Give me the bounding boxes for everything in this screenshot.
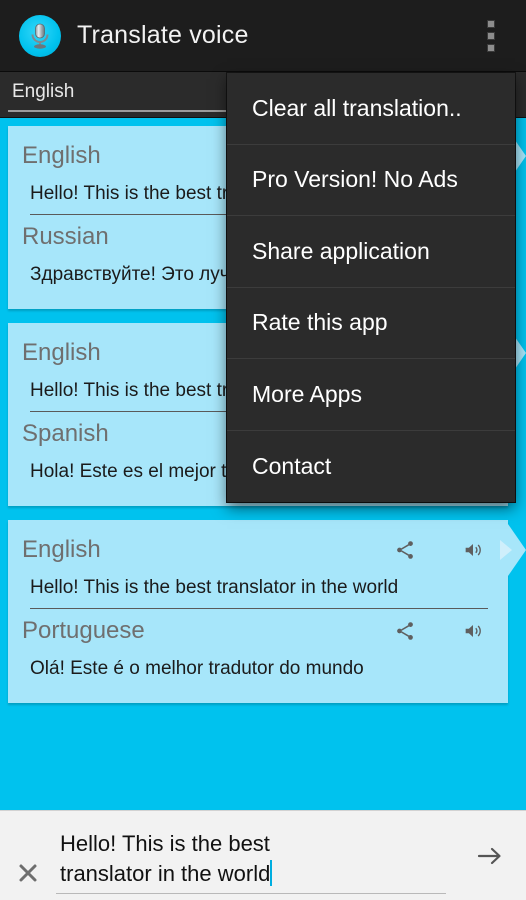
input-value-line2: translator in the world <box>60 860 271 886</box>
target-row-actions <box>392 618 494 644</box>
overflow-dot <box>487 32 495 40</box>
overflow-menu-icon[interactable] <box>470 0 512 72</box>
share-icon[interactable] <box>392 618 418 644</box>
source-language-spinner[interactable]: English <box>8 78 253 112</box>
target-text: Olá! Este é o melhor tradutor do mundo <box>30 658 364 679</box>
list-item[interactable]: English Hello! This is the best translat… <box>0 520 526 703</box>
chevron-right-icon <box>500 524 526 576</box>
arrow-right-icon[interactable] <box>454 811 526 900</box>
menu-item-pro-version[interactable]: Pro Version! No Ads <box>227 145 515 216</box>
overflow-dot <box>487 20 495 28</box>
menu-item-share-application[interactable]: Share application <box>227 216 515 288</box>
speaker-icon[interactable] <box>460 618 486 644</box>
menu-item-clear-all[interactable]: Clear all translation.. <box>227 73 515 145</box>
microphone-icon <box>19 14 61 57</box>
menu-item-contact[interactable]: Contact <box>227 431 515 503</box>
close-x-icon[interactable] <box>0 811 56 900</box>
share-icon[interactable] <box>392 537 418 563</box>
source-row-header: English <box>22 530 494 570</box>
action-bar: Translate voice <box>0 0 526 72</box>
source-text: Hello! This is the best translator in th… <box>30 577 399 598</box>
text-caret <box>270 859 273 886</box>
source-language-label: English <box>22 536 101 563</box>
overflow-popup-menu[interactable]: Clear all translation.. Pro Version! No … <box>227 73 515 502</box>
input-value-line1: Hello! This is the best <box>60 830 270 856</box>
menu-item-more-apps[interactable]: More Apps <box>227 359 515 431</box>
source-row-actions <box>392 537 494 563</box>
translate-input[interactable]: Hello! This is the best translator in th… <box>56 818 446 894</box>
translation-card[interactable]: English Hello! This is the best translat… <box>8 520 526 703</box>
speaker-icon[interactable] <box>460 537 486 563</box>
input-bar: Hello! This is the best translator in th… <box>0 810 526 900</box>
menu-item-rate-this-app[interactable]: Rate this app <box>227 288 515 359</box>
page-title: Translate voice <box>77 21 249 49</box>
target-language-label: Portuguese <box>22 617 145 644</box>
app-root: Translate voice English English Hello! T… <box>0 0 526 900</box>
overflow-dot <box>487 44 495 52</box>
divider <box>30 608 488 609</box>
target-row-header: Portuguese <box>22 611 494 651</box>
